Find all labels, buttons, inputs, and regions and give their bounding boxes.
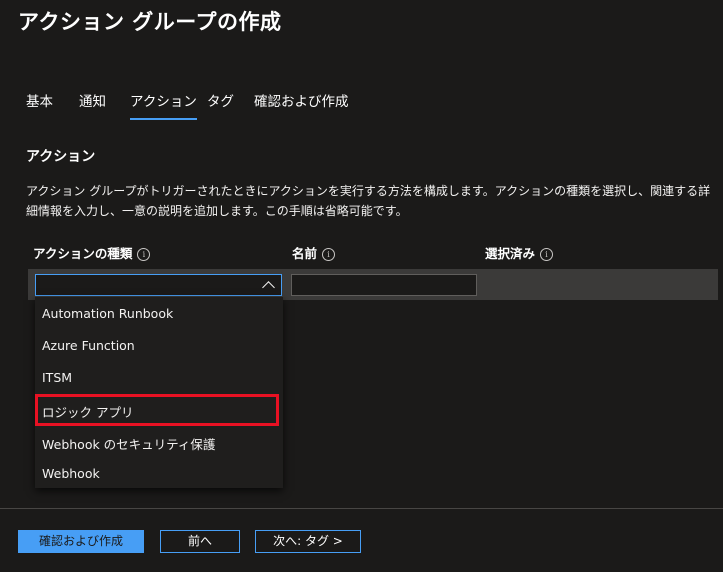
column-header-type-label: アクションの種類 xyxy=(33,246,133,261)
option-secure-webhook[interactable]: Webhook のセキュリティ保護 xyxy=(42,434,215,453)
section-title: アクション xyxy=(26,149,96,165)
action-type-dropdown[interactable] xyxy=(35,274,282,296)
chevron-up-icon xyxy=(262,281,275,294)
tab-review-create[interactable]: 確認および作成 xyxy=(254,90,349,118)
column-header-selected-label: 選択済み xyxy=(485,246,536,261)
tab-actions[interactable]: アクション xyxy=(130,90,197,120)
action-type-listbox: Automation Runbook Azure Function ITSM ロ… xyxy=(35,297,283,488)
review-create-button[interactable]: 確認および作成 xyxy=(18,530,144,553)
column-header-name-label: 名前 xyxy=(292,246,318,261)
previous-button[interactable]: 前へ xyxy=(160,530,240,553)
info-icon[interactable]: i xyxy=(322,248,336,261)
option-itsm[interactable]: ITSM xyxy=(42,370,72,385)
option-automation-runbook[interactable]: Automation Runbook xyxy=(42,306,173,321)
action-name-input[interactable] xyxy=(291,274,477,296)
column-header-selected: 選択済み i xyxy=(485,243,554,262)
section-description: アクション グループがトリガーされたときにアクションを実行する方法を構成します。… xyxy=(26,184,711,218)
footer-divider xyxy=(0,508,723,509)
highlight-box xyxy=(35,394,279,426)
option-webhook[interactable]: Webhook xyxy=(42,466,100,481)
column-header-name: 名前 i xyxy=(292,243,336,262)
next-button[interactable]: 次へ: タグ > xyxy=(255,530,361,553)
tab-notifications[interactable]: 通知 xyxy=(79,90,106,118)
option-azure-function[interactable]: Azure Function xyxy=(42,338,135,353)
info-icon[interactable]: i xyxy=(137,248,151,261)
page-title: アクション グループの作成 xyxy=(18,10,282,34)
info-icon[interactable]: i xyxy=(540,248,554,261)
tab-tags[interactable]: タグ xyxy=(207,90,234,118)
column-header-type: アクションの種類 i xyxy=(33,243,151,262)
tab-basics[interactable]: 基本 xyxy=(26,90,53,118)
